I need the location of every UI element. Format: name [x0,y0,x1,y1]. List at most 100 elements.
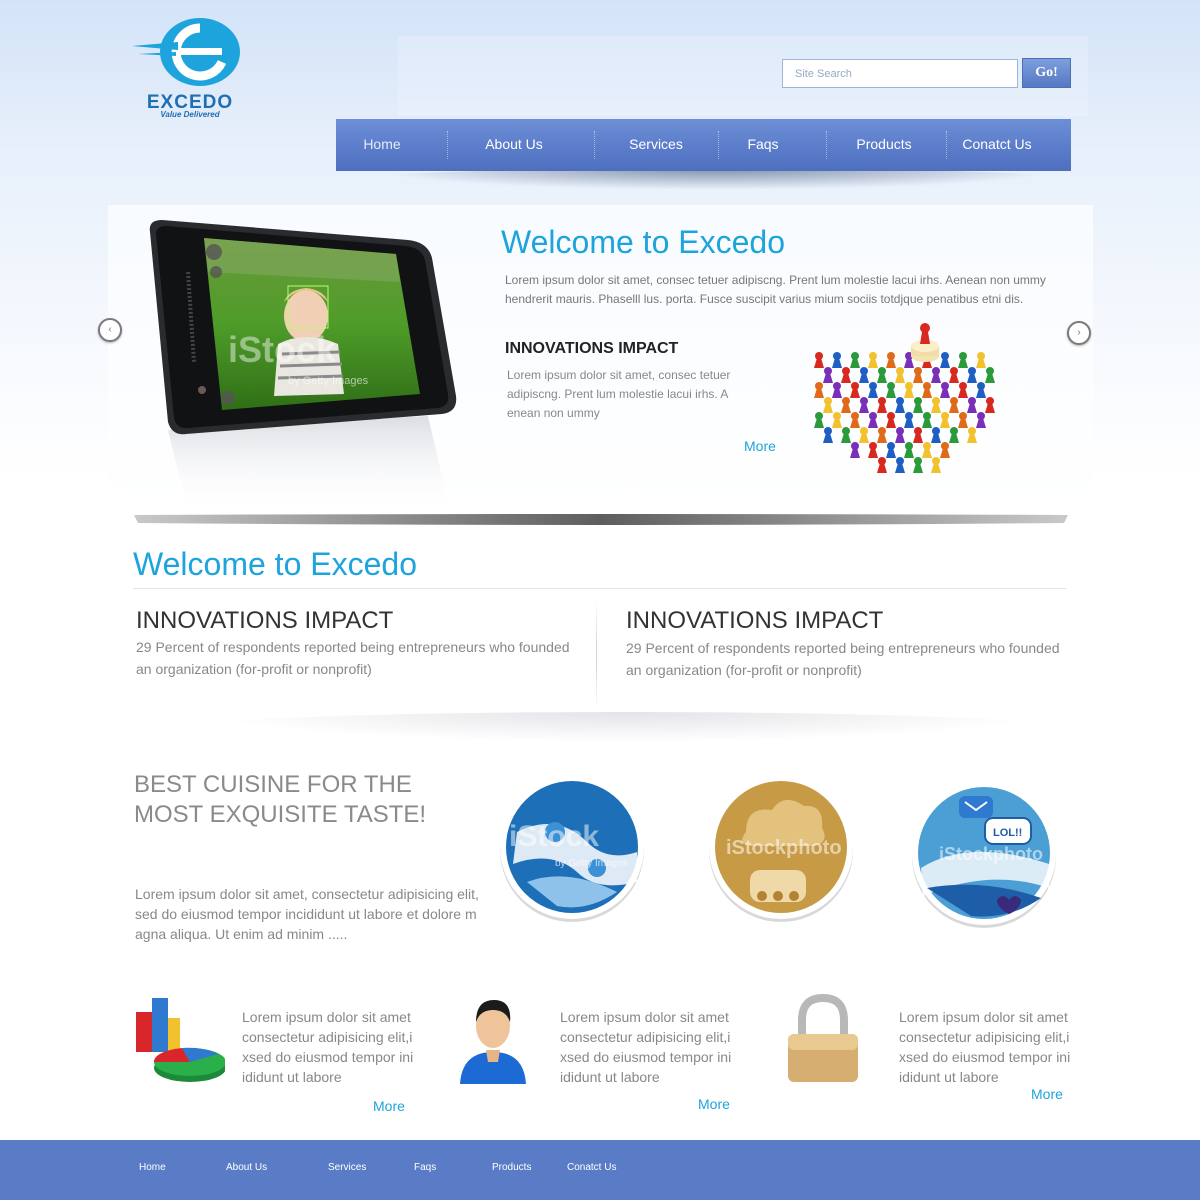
feature-more-link[interactable]: More [373,1098,405,1114]
pawn-shape [896,397,904,405]
pawn-shape [968,367,976,375]
padlock-icon [788,993,858,1082]
pawn-shape [878,397,886,405]
chevron-left-icon: ‹ [108,324,112,335]
pawn-shape [896,457,904,465]
cloud-icon[interactable]: iStockphoto [706,772,856,922]
footer-link-about-us[interactable]: About Us [226,1162,267,1173]
nav-item-home[interactable]: Home [336,119,428,171]
chat-icon[interactable]: LOL!! iStockphoto [909,778,1059,928]
column-divider [596,600,597,710]
pawn-shape [851,352,859,360]
logo-tagline: Value Delivered [160,110,220,119]
slider-prev-button[interactable]: ‹ [98,318,122,342]
section-shadow [200,712,1050,742]
pawn-shape [914,367,922,375]
pawn-shape [869,382,877,390]
pawn-shape [878,427,886,435]
pawn-shape [932,427,940,435]
slide-subtext: Lorem ipsum dolor sit amet, consec tetue… [507,368,731,420]
search-input[interactable] [782,59,1018,88]
nav-separator [594,131,595,159]
feature-text: Lorem ipsum dolor sit amet consectetur a… [899,1009,1071,1085]
phone-watermark-sub: by Getty Images [288,375,369,387]
pawn-shape [959,382,967,390]
column-heading-right: INNOVATIONS IMPACT [626,607,884,634]
column-text-left: 29 Percent of respondents reported being… [136,639,570,677]
footer-link-services[interactable]: Services [328,1162,366,1173]
pawn-shape [824,367,832,375]
pawn-shape [905,382,913,390]
pawn-shape [887,442,895,450]
pawn-shape [869,412,877,420]
nav-item-services[interactable]: Services [606,119,706,171]
pawn-shape [941,412,949,420]
pawn-shape [896,367,904,375]
slide-subheading: INNOVATIONS IMPACT [505,340,679,357]
pawn-shape [941,442,949,450]
nav-item-faqs[interactable]: Faqs [728,119,798,171]
phone-watermark: iStock [228,329,337,370]
feature-text: Lorem ipsum dolor sit amet consectetur a… [242,1009,414,1085]
pawn-shape [959,352,967,360]
pawn-shape [932,457,940,465]
pawn-shape [887,352,895,360]
pawn-shape [941,382,949,390]
column-heading-left: INNOVATIONS IMPACT [136,607,394,634]
slide-more-link[interactable]: More [744,438,776,454]
slide-title: Welcome to Excedo [501,224,785,260]
nav-item-contact-us[interactable]: Conatct Us [952,119,1042,171]
circle-watermark-sub: by Getty Images [555,858,628,869]
pawn-shape [914,457,922,465]
pawn-shape [950,367,958,375]
divider [133,588,1066,589]
feature-more-link[interactable]: More [698,1096,730,1112]
nav-item-products[interactable]: Products [834,119,934,171]
pawn-shape [833,352,841,360]
pawn-shape [815,412,823,420]
pawn-shape [977,412,985,420]
nav-item-about-us[interactable]: About Us [464,119,564,171]
pawn-shape [815,382,823,390]
footer-link-faqs[interactable]: Faqs [414,1162,436,1173]
pawn-shape [869,442,877,450]
cuisine-heading: BEST CUISINE FOR THE MOST EXQUISITE TAST… [134,771,427,828]
pawn-shape [833,382,841,390]
slider-next-button[interactable]: › [1067,321,1091,345]
feature-more-link[interactable]: More [1031,1086,1063,1102]
pawn-shape [824,397,832,405]
search-go-button[interactable]: Go! [1022,58,1071,88]
pawn-shape [842,367,850,375]
game-pawns-image [814,323,995,473]
chevron-right-icon: › [1077,327,1081,338]
pawn-shape [950,427,958,435]
footer-link-contact-us[interactable]: Conatct Us [567,1162,616,1173]
pawn-shape [860,367,868,375]
circle-watermark: iStock [509,820,599,853]
pawn-shape [851,412,859,420]
pawn-shape [869,352,877,360]
pawn-shape [842,397,850,405]
pawn-shape [914,397,922,405]
pawn-shape [833,412,841,420]
cuisine-text: Lorem ipsum dolor sit amet, consectetur … [135,886,479,942]
nav-separator [946,131,947,159]
pawn-shape [887,412,895,420]
pawn-shape [896,427,904,435]
pawn-shape [887,382,895,390]
pawn-shape [986,367,994,375]
pawn-shape [842,427,850,435]
pawn-shape [950,397,958,405]
footer-link-home[interactable]: Home [139,1162,166,1173]
pawn-shape [851,382,859,390]
pawn-shape [986,397,994,405]
footer-link-products[interactable]: Products [492,1162,531,1173]
pawn-shape [968,427,976,435]
pawn-shape [815,352,823,360]
nav-separator [826,131,827,159]
pawn-shape [977,352,985,360]
pawn-shape [905,442,913,450]
nav-separator [447,131,448,159]
puzzle-icon[interactable]: iStock by Getty Images [497,772,647,922]
pawn-shape [914,427,922,435]
